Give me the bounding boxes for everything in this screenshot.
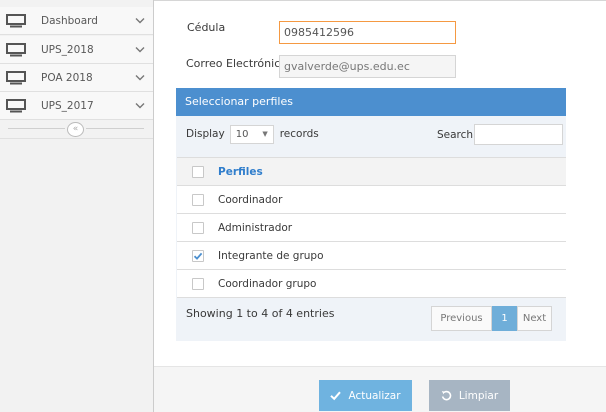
page-size-control: Display 10 ▼ records <box>186 124 319 144</box>
entries-info: Showing 1 to 4 of 4 entries <box>186 307 335 320</box>
check-icon <box>330 391 342 401</box>
page-size-value: 10 <box>235 128 249 140</box>
update-button-label: Actualizar <box>348 389 401 402</box>
table-header-row: Perfiles <box>177 157 566 186</box>
sidebar-item-label: Dashboard <box>41 14 98 27</box>
monitor-icon <box>6 42 26 56</box>
sidebar-item-ups-2018[interactable]: UPS_2018 <box>0 36 153 64</box>
row-label: Administrador <box>218 221 293 234</box>
table-row[interactable]: Coordinador grupo <box>177 270 566 298</box>
cedula-field[interactable]: 0985412596 <box>279 21 456 44</box>
monitor-icon <box>6 70 26 84</box>
search-label: Search: <box>437 129 477 141</box>
monitor-icon <box>6 98 26 112</box>
chevron-down-icon <box>135 46 145 52</box>
correo-field[interactable]: gvalverde@ups.edu.ec <box>279 55 456 78</box>
sidebar-item-poa-2018[interactable]: POA 2018 <box>0 64 153 92</box>
clear-button[interactable]: Limpiar <box>429 380 510 411</box>
row-label: Integrante de grupo <box>218 249 324 262</box>
dropdown-arrow-icon: ▼ <box>262 130 268 138</box>
row-label: Coordinador grupo <box>218 277 317 290</box>
divider <box>8 128 65 129</box>
update-button[interactable]: Actualizar <box>319 380 412 411</box>
divider <box>154 0 606 1</box>
sidebar-item-label: UPS_2017 <box>41 99 94 112</box>
undo-icon <box>441 390 452 401</box>
search-input[interactable] <box>474 124 563 145</box>
sidebar-collapse-row: « <box>0 119 153 139</box>
display-label: Display <box>186 128 225 140</box>
row-checkbox[interactable] <box>192 277 204 290</box>
sidebar-item-label: POA 2018 <box>41 71 93 84</box>
clear-button-label: Limpiar <box>458 389 499 402</box>
records-label: records <box>279 128 319 140</box>
divider <box>86 128 144 129</box>
table-row[interactable]: Administrador <box>177 214 566 242</box>
sidebar-item-label: UPS_2018 <box>41 43 94 56</box>
monitor-icon <box>6 13 26 27</box>
cedula-label: Cédula <box>187 21 226 34</box>
page-size-select[interactable]: 10 ▼ <box>229 124 274 144</box>
previous-page-button[interactable]: Previous <box>431 306 492 331</box>
chevron-down-icon <box>135 17 145 23</box>
chevron-down-icon <box>135 102 145 108</box>
sidebar: Dashboard UPS_2018 POA 2018 UPS_2017 « <box>0 0 154 412</box>
row-label: Coordinador <box>218 193 283 206</box>
panel-title: Seleccionar perfiles <box>176 88 566 116</box>
chevron-down-icon <box>135 74 145 80</box>
select-all-checkbox[interactable] <box>192 165 204 178</box>
row-checkbox[interactable] <box>192 193 204 206</box>
sidebar-item-ups-2017[interactable]: UPS_2017 <box>0 92 153 120</box>
table-row[interactable]: Integrante de grupo <box>177 242 566 270</box>
checkmark-icon <box>193 252 203 260</box>
next-page-button[interactable]: Next <box>517 306 552 331</box>
table-row[interactable]: Coordinador <box>177 186 566 214</box>
column-header-perfiles[interactable]: Perfiles <box>218 166 263 178</box>
row-checkbox[interactable] <box>192 221 204 234</box>
sidebar-collapse-button[interactable]: « <box>67 122 84 137</box>
sidebar-item-dashboard[interactable]: Dashboard <box>0 7 153 35</box>
row-checkbox[interactable] <box>192 249 204 262</box>
correo-label: Correo Electrónico <box>186 57 287 70</box>
pagination: Previous 1 Next <box>431 306 552 331</box>
profiles-table: Perfiles Coordinador Administrador Integ… <box>177 157 566 298</box>
page-1-button[interactable]: 1 <box>492 306 517 331</box>
